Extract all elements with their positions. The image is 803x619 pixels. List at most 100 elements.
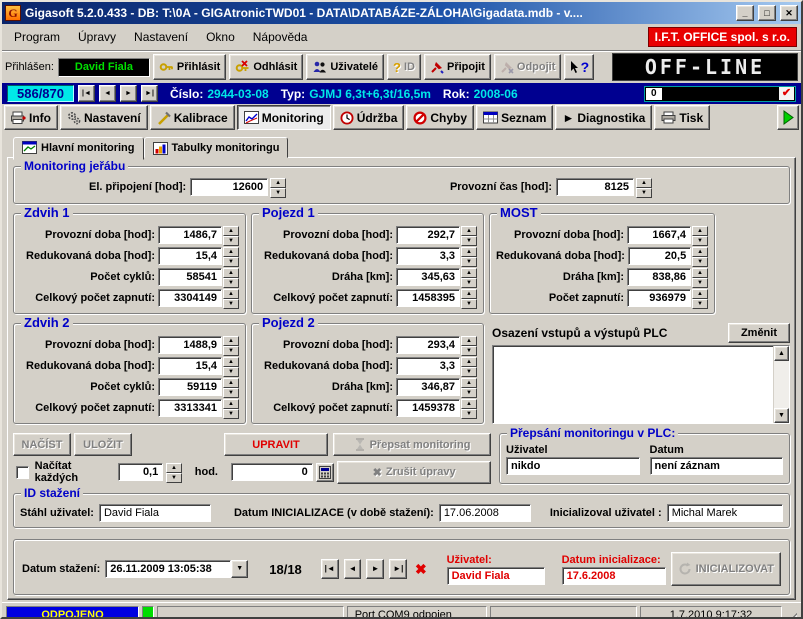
disconnect-button[interactable]: Odpojit bbox=[494, 54, 562, 80]
spin-down-icon[interactable]: ▼ bbox=[461, 367, 477, 377]
tab-kalibrace[interactable]: Kalibrace bbox=[150, 105, 235, 130]
menu-upravy[interactable]: Úpravy bbox=[70, 28, 124, 46]
el-pripojeni-spinner[interactable]: ▲▼ bbox=[270, 178, 286, 196]
provozni-cas-spinner[interactable]: ▲▼ bbox=[636, 178, 652, 196]
spin-down-icon[interactable]: ▼ bbox=[223, 299, 239, 309]
spin-down-icon[interactable]: ▼ bbox=[636, 188, 652, 198]
spinner[interactable]: ▲▼ bbox=[461, 378, 477, 396]
stat-field[interactable]: 3,3 bbox=[396, 357, 460, 375]
spin-up-icon[interactable]: ▲ bbox=[223, 357, 239, 367]
context-help-button[interactable]: ? bbox=[564, 54, 594, 80]
spin-up-icon[interactable]: ▲ bbox=[461, 289, 477, 299]
init-date-field[interactable]: 17.06.2008 bbox=[439, 504, 531, 522]
tab-nastaveni[interactable]: Nastavení bbox=[60, 105, 148, 130]
plc-date-field[interactable]: není záznam bbox=[650, 457, 784, 475]
spin-up-icon[interactable]: ▲ bbox=[692, 289, 708, 299]
counter-field[interactable]: 0 bbox=[231, 463, 313, 481]
spin-down-icon[interactable]: ▼ bbox=[223, 257, 239, 267]
cancel-edits-button[interactable]: ✖ Zrušit úpravy bbox=[337, 461, 491, 484]
spin-down-icon[interactable]: ▼ bbox=[692, 257, 708, 267]
spinner[interactable]: ▲▼ bbox=[692, 289, 708, 307]
spin-up-icon[interactable]: ▲ bbox=[166, 463, 182, 473]
subtab-tabulky-monitoringu[interactable]: Tabulky monitoringu bbox=[144, 137, 289, 158]
rec-first-button[interactable]: |◄ bbox=[321, 559, 339, 579]
spin-up-icon[interactable]: ▲ bbox=[270, 178, 286, 188]
spin-up-icon[interactable]: ▲ bbox=[223, 399, 239, 409]
spinner[interactable]: ▲▼ bbox=[223, 289, 239, 307]
stat-field[interactable]: 346,87 bbox=[396, 378, 460, 396]
spin-down-icon[interactable]: ▼ bbox=[461, 388, 477, 398]
spin-up-icon[interactable]: ▲ bbox=[461, 247, 477, 257]
record-next-button[interactable]: ► bbox=[120, 85, 137, 102]
spinner[interactable]: ▲▼ bbox=[692, 268, 708, 286]
spinner[interactable]: ▲▼ bbox=[461, 399, 477, 417]
spin-up-icon[interactable]: ▲ bbox=[636, 178, 652, 188]
spin-down-icon[interactable]: ▼ bbox=[461, 299, 477, 309]
tab-chyby[interactable]: Chyby bbox=[406, 105, 474, 130]
record-first-button[interactable]: |◄ bbox=[78, 85, 95, 102]
stat-field[interactable]: 1459378 bbox=[396, 399, 460, 417]
spinner[interactable]: ▲▼ bbox=[223, 247, 239, 265]
menu-napoveda[interactable]: Nápověda bbox=[245, 28, 316, 46]
menu-okno[interactable]: Okno bbox=[198, 28, 243, 46]
stat-field[interactable]: 936979 bbox=[627, 289, 691, 307]
bottom-init-date-field[interactable]: 17.6.2008 bbox=[562, 567, 666, 585]
spin-down-icon[interactable]: ▼ bbox=[461, 236, 477, 246]
interval-spinner[interactable]: ▲▼ bbox=[166, 463, 182, 481]
bottom-user-field[interactable]: David Fiala bbox=[447, 567, 545, 585]
scroll-down-icon[interactable]: ▼ bbox=[774, 408, 789, 423]
spin-up-icon[interactable]: ▲ bbox=[692, 226, 708, 236]
load-button[interactable]: NAČÍST bbox=[13, 433, 71, 456]
tab-diagnostika[interactable]: ► Diagnostika bbox=[555, 105, 652, 130]
record-prev-button[interactable]: ◄ bbox=[99, 85, 116, 102]
confirm-check-icon[interactable]: ✔ bbox=[779, 87, 794, 100]
tab-monitoring[interactable]: Monitoring bbox=[237, 105, 331, 130]
initialize-button[interactable]: INICIALIZOVAT bbox=[671, 552, 781, 586]
spinner[interactable]: ▲▼ bbox=[692, 226, 708, 244]
login-button[interactable]: Přihlásit bbox=[153, 54, 226, 80]
spinner[interactable]: ▲▼ bbox=[223, 399, 239, 417]
spin-up-icon[interactable]: ▲ bbox=[461, 399, 477, 409]
spinner[interactable]: ▲▼ bbox=[461, 336, 477, 354]
spin-up-icon[interactable]: ▲ bbox=[223, 247, 239, 257]
overwrite-monitoring-button[interactable]: Přepsat monitoring bbox=[333, 433, 491, 456]
delete-record-icon[interactable]: ✖ bbox=[412, 559, 429, 579]
menu-nastaveni[interactable]: Nastavení bbox=[126, 28, 196, 46]
spin-up-icon[interactable]: ▲ bbox=[223, 289, 239, 299]
plc-listbox[interactable]: ▲ ▼ bbox=[492, 345, 790, 424]
stat-field[interactable]: 1667,4 bbox=[627, 226, 691, 244]
scroll-up-icon[interactable]: ▲ bbox=[774, 346, 789, 361]
save-button[interactable]: ULOŽIT bbox=[74, 433, 132, 456]
spin-up-icon[interactable]: ▲ bbox=[223, 268, 239, 278]
edit-button[interactable]: UPRAVIT bbox=[224, 433, 328, 456]
spin-down-icon[interactable]: ▼ bbox=[223, 346, 239, 356]
stat-field[interactable]: 58541 bbox=[158, 268, 222, 286]
stat-field[interactable]: 345,63 bbox=[396, 268, 460, 286]
spinner[interactable]: ▲▼ bbox=[461, 289, 477, 307]
logout-button[interactable]: Odhlásit bbox=[229, 54, 303, 80]
spin-down-icon[interactable]: ▼ bbox=[270, 188, 286, 198]
spin-up-icon[interactable]: ▲ bbox=[223, 378, 239, 388]
stat-field[interactable]: 292,7 bbox=[396, 226, 460, 244]
spinner[interactable]: ▲▼ bbox=[461, 357, 477, 375]
spin-down-icon[interactable]: ▼ bbox=[166, 473, 182, 483]
spin-up-icon[interactable]: ▲ bbox=[461, 336, 477, 346]
spinner[interactable]: ▲▼ bbox=[223, 268, 239, 286]
stat-field[interactable]: 3304149 bbox=[158, 289, 222, 307]
stat-field[interactable]: 3313341 bbox=[158, 399, 222, 417]
spinner[interactable]: ▲▼ bbox=[223, 378, 239, 396]
run-button[interactable] bbox=[777, 105, 799, 130]
spin-down-icon[interactable]: ▼ bbox=[223, 236, 239, 246]
spin-down-icon[interactable]: ▼ bbox=[692, 236, 708, 246]
stat-field[interactable]: 293,4 bbox=[396, 336, 460, 354]
connect-button[interactable]: Připojit bbox=[424, 54, 491, 80]
initialized-by-field[interactable]: Michal Marek bbox=[667, 504, 783, 522]
spin-up-icon[interactable]: ▲ bbox=[461, 226, 477, 236]
download-date-combo[interactable]: 26.11.2009 13:05:38 ▼ bbox=[105, 560, 248, 578]
stat-field[interactable]: 1488,9 bbox=[158, 336, 222, 354]
resize-grip[interactable] bbox=[785, 613, 797, 619]
autoload-checkbox[interactable] bbox=[16, 466, 29, 479]
spin-down-icon[interactable]: ▼ bbox=[461, 409, 477, 419]
combo-dropdown-icon[interactable]: ▼ bbox=[231, 560, 248, 578]
stat-field[interactable]: 59119 bbox=[158, 378, 222, 396]
